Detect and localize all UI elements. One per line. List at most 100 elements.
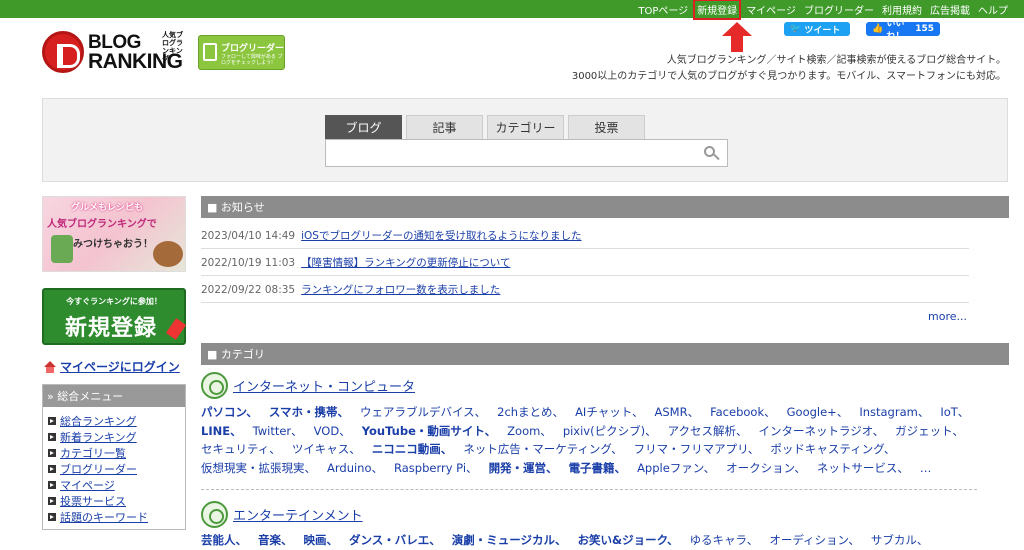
menu-item-trending-keywords[interactable]: 話題のキーワード — [48, 509, 185, 525]
keyword-link[interactable]: インターネットラジオ、 — [759, 424, 885, 438]
keyword-link[interactable]: 電子書籍、 — [569, 461, 627, 475]
keyword-link[interactable]: ネット広告・マーケティング、 — [463, 442, 622, 456]
keyword-link[interactable]: Arduino、 — [327, 461, 383, 475]
menu-item-new-ranking[interactable]: 新着ランキング — [48, 429, 185, 445]
menu-item-mypage[interactable]: マイページ — [48, 477, 185, 493]
search-panel: ブログ 記事 カテゴリー 投票 — [42, 98, 1008, 182]
keyword-link[interactable]: 芸能人、 — [201, 533, 247, 547]
keyword-link[interactable]: pixiv(ピクシブ)、 — [563, 424, 657, 438]
tweet-button[interactable]: 🐦 ツイート — [784, 22, 850, 36]
menu-item-label: ブログリーダー — [60, 463, 137, 476]
food-illustration-icon — [153, 241, 183, 267]
site-logo[interactable]: BLOG RANKING 人気ブログランキング — [42, 28, 188, 76]
search-icon[interactable] — [704, 146, 720, 162]
keyword-link[interactable]: Appleファン、 — [637, 461, 715, 475]
nav-advertise[interactable]: 広告掲載 — [930, 2, 970, 17]
category-link[interactable]: エンターテインメント — [233, 505, 363, 524]
menu-item-category-list[interactable]: カテゴリ一覧 — [48, 445, 185, 461]
keyword-link[interactable]: ASMR、 — [654, 405, 699, 419]
banner-line1: グルメもレシピも — [71, 203, 144, 213]
gourmet-banner[interactable]: グルメもレシピも 人気ブログランキングで みつけちゃおう！ — [42, 196, 186, 272]
category-title: カテゴリ — [220, 348, 265, 361]
keyword-link[interactable]: 演劇・ミュージカル、 — [452, 533, 567, 547]
menu-item-label: 話題のキーワード — [60, 511, 148, 524]
bookmark-icon — [203, 43, 217, 61]
nav-help[interactable]: ヘルプ — [978, 2, 1008, 17]
keyword-link[interactable]: スマホ・携帯、 — [269, 405, 349, 419]
login-label: マイページにログイン — [60, 360, 180, 374]
keyword-link[interactable]: Raspberry Pi、 — [394, 461, 478, 475]
menu-item-vote-service[interactable]: 投票サービス — [48, 493, 185, 509]
mypage-login-link[interactable]: マイページにログイン — [44, 358, 180, 375]
news-link[interactable]: 【障害情報】ランキングの更新停止について — [301, 255, 510, 270]
keyword-link[interactable]: サブカル、 — [871, 533, 929, 547]
tab-category[interactable]: カテゴリー — [487, 115, 564, 139]
keyword-link[interactable]: オーディション、 — [769, 533, 860, 547]
tab-articles[interactable]: 記事 — [406, 115, 483, 139]
search-input[interactable] — [325, 139, 728, 167]
keyword-link[interactable]: Twitter、 — [253, 424, 303, 438]
keyword-link[interactable]: YouTube・動画サイト、 — [362, 424, 496, 438]
news-title: お知らせ — [220, 201, 265, 214]
keyword-link[interactable]: お笑い&ジョーク、 — [578, 533, 679, 547]
keyword-link[interactable]: AIチャット、 — [575, 405, 643, 419]
keyword-link[interactable]: VOD、 — [314, 424, 351, 438]
keyword-link[interactable]: オークション、 — [726, 461, 806, 475]
keyword-link[interactable]: ツイキャス、 — [292, 442, 361, 456]
category-entertainment: エンターテインメント — [201, 501, 363, 528]
keyword-link[interactable]: Facebook、 — [710, 405, 776, 419]
keyword-link[interactable]: アクセス解析、 — [668, 424, 748, 438]
keyword-link[interactable]: ニコニコ動画、 — [372, 442, 453, 456]
nav-register[interactable]: 新規登録 — [693, 0, 742, 20]
keyword-list: パソコン、 スマホ・携帯、 ウェアラブルデバイス、 2chまとめ、 AIチャット、 ASM… — [201, 403, 991, 477]
tab-vote[interactable]: 投票 — [568, 115, 645, 139]
keyword-link[interactable]: 開発・運営、 — [489, 461, 558, 475]
keyword-link[interactable]: IoT、 — [940, 405, 969, 419]
arrow-box-icon — [48, 433, 56, 441]
keyword-link[interactable]: … — [920, 461, 932, 475]
like-label: いいね！ — [886, 19, 905, 42]
reader-badge-sub: フォローして興味がある ブログをチェックしよう! — [221, 54, 283, 66]
keyword-link[interactable]: 仮想現実・拡張現実、 — [201, 461, 316, 475]
nav-blog-reader[interactable]: ブログリーダー — [804, 2, 874, 17]
keyword-link[interactable]: パソコン、 — [201, 405, 258, 419]
news-header: ■ お知らせ — [201, 196, 1009, 218]
keyword-link[interactable]: セキュリティ、 — [201, 442, 281, 456]
nav-terms[interactable]: 利用規約 — [882, 2, 922, 17]
general-menu: » 総合メニュー 総合ランキング 新着ランキング カテゴリ一覧 ブログリーダー … — [42, 384, 186, 530]
like-button[interactable]: 👍 いいね！ 155 — [866, 19, 940, 42]
category-link[interactable]: インターネット・コンピュータ — [233, 376, 415, 395]
keyword-link[interactable]: ウェアラブルデバイス、 — [360, 405, 486, 419]
news-link[interactable]: iOSでブログリーダーの通知を受け取れるようになりました — [301, 228, 581, 243]
nav-top-page[interactable]: TOPページ — [638, 2, 688, 17]
category-header: ■ カテゴリ — [201, 343, 1009, 365]
news-more-link[interactable]: more... — [928, 310, 967, 323]
keyword-link[interactable]: Zoom、 — [507, 424, 552, 438]
keyword-link[interactable]: 2chまとめ、 — [497, 405, 564, 419]
keyword-link[interactable]: ダンス・バレエ、 — [349, 533, 441, 547]
keyword-link[interactable]: Instagram、 — [859, 405, 929, 419]
nav-mypage[interactable]: マイページ — [746, 2, 796, 17]
arrow-box-icon — [48, 417, 56, 425]
top-nav: TOPページ 新規登録 マイページ ブログリーダー 利用規約 広告掲載 ヘルプ — [630, 0, 1008, 20]
register-button[interactable]: 今すぐランキングに参加！ 新規登録 — [42, 288, 187, 345]
keyword-link[interactable]: ガジェット、 — [895, 424, 964, 438]
keyword-link[interactable]: ゆるキャラ、 — [690, 533, 759, 547]
keyword-link[interactable]: 映画、 — [304, 533, 339, 547]
keyword-link[interactable]: ネットサービス、 — [817, 461, 909, 475]
tab-blog[interactable]: ブログ — [325, 115, 402, 139]
arrow-box-icon — [48, 481, 56, 489]
keyword-link[interactable]: ポッドキャスティング、 — [770, 442, 895, 456]
menu-item-blog-reader[interactable]: ブログリーダー — [48, 461, 185, 477]
keyword-link[interactable]: Google+、 — [787, 405, 849, 419]
register-sub: 今すぐランキングに参加！ — [66, 297, 162, 306]
thumbs-up-icon: 👍 — [872, 24, 887, 34]
description-line2: 3000以上のカテゴリで人気のブログがすぐ見つかります。モバイル、スマートフォン… — [571, 71, 1006, 82]
description-line1: 人気ブログランキング／サイト検索／記事検索が使えるブログ総合サイト。 — [666, 55, 1006, 66]
blog-reader-badge[interactable]: ブログリーダー フォローして興味がある ブログをチェックしよう! — [198, 35, 285, 70]
menu-item-overall-ranking[interactable]: 総合ランキング — [48, 413, 185, 429]
keyword-link[interactable]: 音楽、 — [258, 533, 293, 547]
news-link[interactable]: ランキングにフォロワー数を表示しました — [301, 282, 500, 297]
keyword-link[interactable]: フリマ・フリマアプリ、 — [634, 442, 760, 456]
keyword-link[interactable]: LINE、 — [201, 424, 242, 438]
